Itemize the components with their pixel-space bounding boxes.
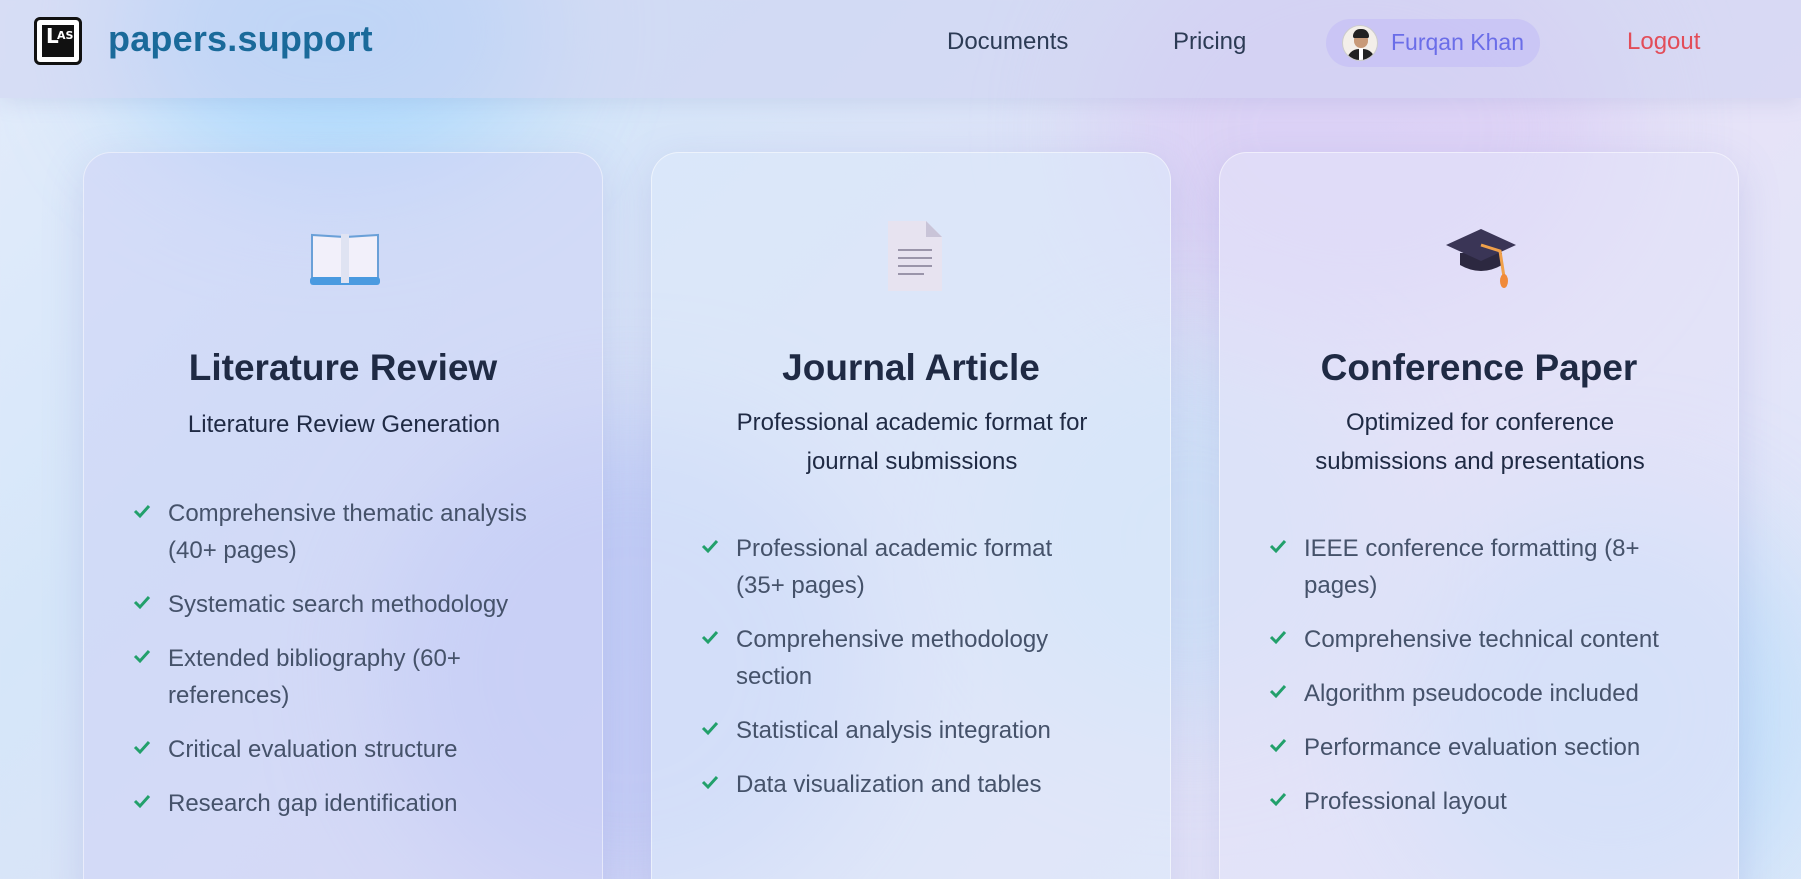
card-title: Journal Article [782,347,1040,388]
list-item: Algorithm pseudocode included [1268,675,1708,712]
list-item: Critical evaluation structure [132,731,572,768]
document-icon [888,221,942,291]
checkmark-icon [1269,630,1287,645]
list-item: Performance evaluation section [1268,729,1708,766]
nav-pricing-link[interactable]: Pricing [1173,28,1246,56]
checkmark-icon [133,595,151,610]
graduation-cap-icon [1446,229,1516,288]
checkmark-icon [701,775,719,790]
checkmark-icon [1269,792,1287,807]
nav-documents-link[interactable]: Documents [947,28,1068,56]
checkmark-icon [133,740,151,755]
user-profile-button[interactable]: Furqan Khan [1326,19,1540,67]
checkmark-icon [701,539,719,554]
checkmark-icon [133,649,151,664]
literature-review-card[interactable]: Literature Review Literature Review Gene… [83,152,603,879]
checkmark-icon [701,721,719,736]
list-item: Comprehensive thematic analysis (40+ pag… [132,495,572,569]
journal-article-card[interactable]: Journal Article Professional academic fo… [651,152,1171,879]
conference-paper-card[interactable]: Conference Paper Optimized for conferenc… [1219,152,1739,879]
card-title: Literature Review [188,347,498,388]
checkmark-icon [1269,684,1287,699]
logout-link[interactable]: Logout [1627,28,1700,56]
top-navbar: L AS papers.support Documents Pricing Fur… [0,0,1801,98]
card-title: Conference Paper [1320,347,1638,388]
logo-icon[interactable]: L AS [34,17,82,65]
feature-list: Comprehensive thematic analysis (40+ pag… [132,495,572,822]
list-item: Systematic search methodology [132,586,572,623]
list-item: Professional layout [1268,783,1708,820]
user-name: Furqan Khan [1391,29,1524,55]
checkmark-icon [1269,738,1287,753]
checkmark-icon [133,504,151,519]
list-item: IEEE conference formatting (8+ pages) [1268,530,1678,604]
card-subtitle: Literature Review Generation [187,411,501,438]
checkmark-icon [1269,539,1287,554]
brand-name[interactable]: papers.support [108,18,373,60]
list-item: Research gap identification [132,785,572,822]
feature-list: Professional academic format (35+ pages)… [700,530,1140,803]
card-subtitle: Optimized for conference submissions and… [1315,409,1645,475]
list-item: Extended bibliography (60+ references) [132,640,492,714]
card-subtitle: Professional academic format for journal… [736,409,1088,475]
avatar [1342,25,1378,61]
open-book-icon [310,233,380,285]
checkmark-icon [701,630,719,645]
list-item: Comprehensive methodology section [700,621,1090,695]
list-item: Professional academic format (35+ pages) [700,530,1090,604]
list-item: Statistical analysis integration [700,712,1140,749]
list-item: Comprehensive technical content [1268,621,1708,658]
list-item: Data visualization and tables [700,766,1140,803]
feature-list: IEEE conference formatting (8+ pages) Co… [1268,530,1708,820]
checkmark-icon [133,794,151,809]
